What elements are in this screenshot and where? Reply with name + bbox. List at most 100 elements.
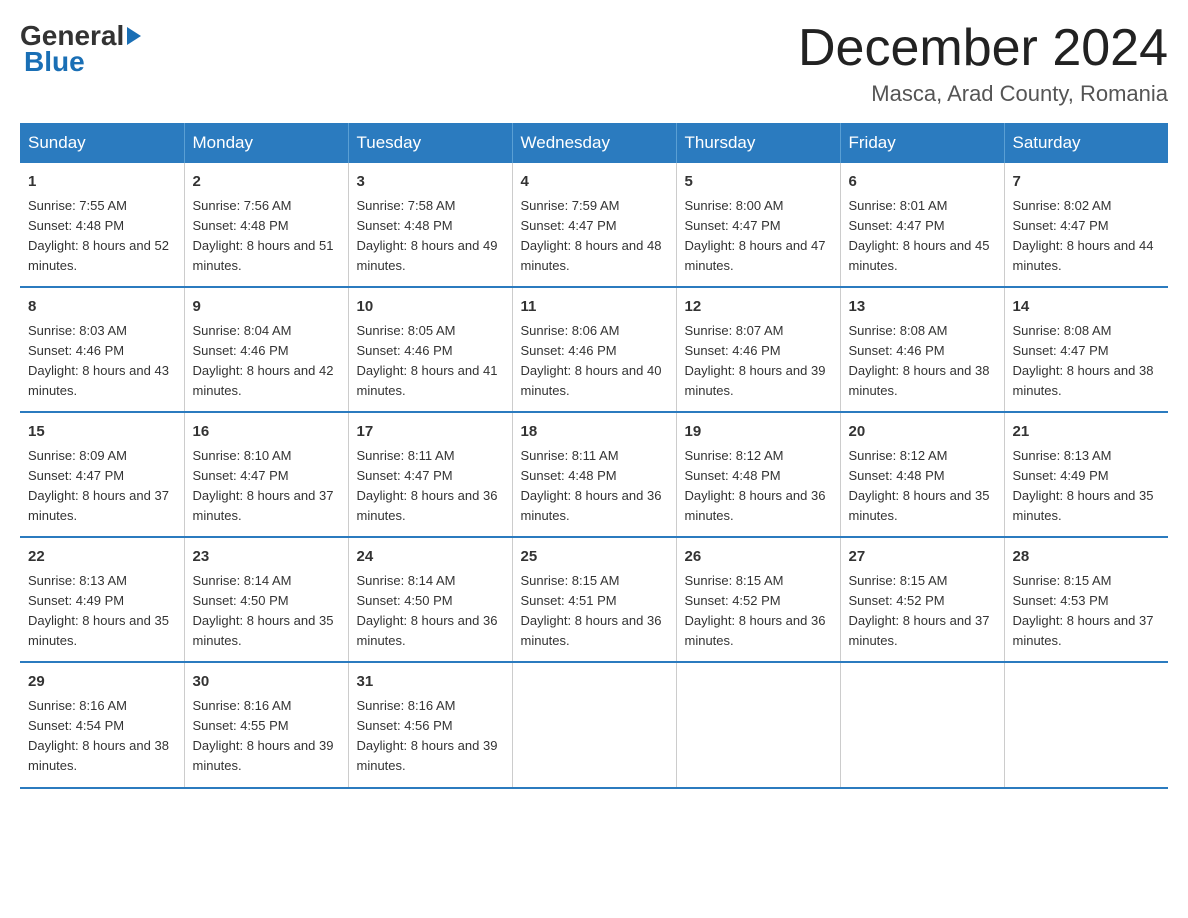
day-info: Sunrise: 8:04 AMSunset: 4:46 PMDaylight:… (193, 323, 334, 398)
day-info: Sunrise: 8:02 AMSunset: 4:47 PMDaylight:… (1013, 198, 1154, 273)
day-info: Sunrise: 8:16 AMSunset: 4:55 PMDaylight:… (193, 698, 334, 773)
day-number: 28 (1013, 546, 1161, 569)
day-cell: 28 Sunrise: 8:15 AMSunset: 4:53 PMDayligh… (1004, 537, 1168, 662)
day-info: Sunrise: 7:58 AMSunset: 4:48 PMDaylight:… (357, 198, 498, 273)
day-number: 3 (357, 171, 504, 194)
week-row-5: 29 Sunrise: 8:16 AMSunset: 4:54 PMDayligh… (20, 662, 1168, 787)
day-number: 25 (521, 546, 668, 569)
day-info: Sunrise: 8:09 AMSunset: 4:47 PMDaylight:… (28, 448, 169, 523)
header-saturday: Saturday (1004, 123, 1168, 163)
day-cell: 30 Sunrise: 8:16 AMSunset: 4:55 PMDayligh… (184, 662, 348, 787)
day-cell: 22 Sunrise: 8:13 AMSunset: 4:49 PMDayligh… (20, 537, 184, 662)
day-cell (512, 662, 676, 787)
header: General Blue December 2024 Masca, Arad C… (20, 20, 1168, 107)
day-number: 22 (28, 546, 176, 569)
day-info: Sunrise: 8:14 AMSunset: 4:50 PMDaylight:… (193, 573, 334, 648)
day-info: Sunrise: 8:08 AMSunset: 4:47 PMDaylight:… (1013, 323, 1154, 398)
day-number: 10 (357, 296, 504, 319)
calendar-header: SundayMondayTuesdayWednesdayThursdayFrid… (20, 123, 1168, 163)
day-number: 18 (521, 421, 668, 444)
day-cell: 26 Sunrise: 8:15 AMSunset: 4:52 PMDayligh… (676, 537, 840, 662)
day-cell: 13 Sunrise: 8:08 AMSunset: 4:46 PMDayligh… (840, 287, 1004, 412)
day-info: Sunrise: 8:14 AMSunset: 4:50 PMDaylight:… (357, 573, 498, 648)
day-number: 15 (28, 421, 176, 444)
day-cell: 24Sunrise: 8:14 AMSunset: 4:50 PMDayligh… (348, 537, 512, 662)
day-number: 4 (521, 171, 668, 194)
day-cell: 2Sunrise: 7:56 AMSunset: 4:48 PMDaylight… (184, 163, 348, 287)
day-info: Sunrise: 7:59 AMSunset: 4:47 PMDaylight:… (521, 198, 662, 273)
day-number: 23 (193, 546, 340, 569)
day-number: 21 (1013, 421, 1161, 444)
day-info: Sunrise: 8:15 AMSunset: 4:52 PMDaylight:… (685, 573, 826, 648)
day-info: Sunrise: 8:11 AMSunset: 4:48 PMDaylight:… (521, 448, 662, 523)
day-info: Sunrise: 7:56 AMSunset: 4:48 PMDaylight:… (193, 198, 334, 273)
calendar-body: 1 Sunrise: 7:55 AMSunset: 4:48 PMDaylight… (20, 163, 1168, 787)
day-info: Sunrise: 8:15 AMSunset: 4:53 PMDaylight:… (1013, 573, 1154, 648)
day-cell: 6 Sunrise: 8:01 AMSunset: 4:47 PMDaylight… (840, 163, 1004, 287)
day-number: 11 (521, 296, 668, 319)
day-cell: 21Sunrise: 8:13 AMSunset: 4:49 PMDayligh… (1004, 412, 1168, 537)
logo: General Blue (20, 20, 142, 78)
day-number: 12 (685, 296, 832, 319)
day-info: Sunrise: 8:13 AMSunset: 4:49 PMDaylight:… (28, 573, 169, 648)
day-info: Sunrise: 8:15 AMSunset: 4:52 PMDaylight:… (849, 573, 990, 648)
month-title: December 2024 (798, 20, 1168, 77)
day-cell: 11Sunrise: 8:06 AMSunset: 4:46 PMDayligh… (512, 287, 676, 412)
day-cell: 23 Sunrise: 8:14 AMSunset: 4:50 PMDayligh… (184, 537, 348, 662)
day-cell: 29 Sunrise: 8:16 AMSunset: 4:54 PMDayligh… (20, 662, 184, 787)
day-cell: 4 Sunrise: 7:59 AMSunset: 4:47 PMDaylight… (512, 163, 676, 287)
day-cell: 3 Sunrise: 7:58 AMSunset: 4:48 PMDaylight… (348, 163, 512, 287)
day-cell: 9 Sunrise: 8:04 AMSunset: 4:46 PMDaylight… (184, 287, 348, 412)
day-info: Sunrise: 8:12 AMSunset: 4:48 PMDaylight:… (849, 448, 990, 523)
day-number: 16 (193, 421, 340, 444)
day-number: 7 (1013, 171, 1161, 194)
header-tuesday: Tuesday (348, 123, 512, 163)
day-number: 1 (28, 171, 176, 194)
day-info: Sunrise: 8:08 AMSunset: 4:46 PMDaylight:… (849, 323, 990, 398)
day-number: 29 (28, 671, 176, 694)
day-cell: 16Sunrise: 8:10 AMSunset: 4:47 PMDayligh… (184, 412, 348, 537)
day-number: 8 (28, 296, 176, 319)
day-cell: 18 Sunrise: 8:11 AMSunset: 4:48 PMDayligh… (512, 412, 676, 537)
day-cell: 12 Sunrise: 8:07 AMSunset: 4:46 PMDayligh… (676, 287, 840, 412)
day-info: Sunrise: 8:07 AMSunset: 4:46 PMDaylight:… (685, 323, 826, 398)
day-number: 19 (685, 421, 832, 444)
day-number: 9 (193, 296, 340, 319)
location-title: Masca, Arad County, Romania (798, 81, 1168, 107)
day-info: Sunrise: 8:03 AMSunset: 4:46 PMDaylight:… (28, 323, 169, 398)
day-cell: 5 Sunrise: 8:00 AMSunset: 4:47 PMDaylight… (676, 163, 840, 287)
day-cell (840, 662, 1004, 787)
header-wednesday: Wednesday (512, 123, 676, 163)
day-cell (676, 662, 840, 787)
day-number: 20 (849, 421, 996, 444)
day-info: Sunrise: 8:05 AMSunset: 4:46 PMDaylight:… (357, 323, 498, 398)
week-row-1: 1 Sunrise: 7:55 AMSunset: 4:48 PMDaylight… (20, 163, 1168, 287)
day-cell: 14 Sunrise: 8:08 AMSunset: 4:47 PMDayligh… (1004, 287, 1168, 412)
day-info: Sunrise: 8:11 AMSunset: 4:47 PMDaylight:… (357, 448, 498, 523)
calendar-table: SundayMondayTuesdayWednesdayThursdayFrid… (20, 123, 1168, 788)
day-cell: 20 Sunrise: 8:12 AMSunset: 4:48 PMDayligh… (840, 412, 1004, 537)
day-number: 13 (849, 296, 996, 319)
day-number: 14 (1013, 296, 1161, 319)
day-info: Sunrise: 8:00 AMSunset: 4:47 PMDaylight:… (685, 198, 826, 273)
day-number: 17 (357, 421, 504, 444)
day-number: 30 (193, 671, 340, 694)
day-cell: 31Sunrise: 8:16 AMSunset: 4:56 PMDayligh… (348, 662, 512, 787)
day-info: Sunrise: 8:01 AMSunset: 4:47 PMDaylight:… (849, 198, 990, 273)
day-number: 31 (357, 671, 504, 694)
header-row: SundayMondayTuesdayWednesdayThursdayFrid… (20, 123, 1168, 163)
day-cell: 7 Sunrise: 8:02 AMSunset: 4:47 PMDaylight… (1004, 163, 1168, 287)
header-monday: Monday (184, 123, 348, 163)
day-info: Sunrise: 8:16 AMSunset: 4:54 PMDaylight:… (28, 698, 169, 773)
title-area: December 2024 Masca, Arad County, Romani… (798, 20, 1168, 107)
day-number: 6 (849, 171, 996, 194)
day-cell: 19Sunrise: 8:12 AMSunset: 4:48 PMDayligh… (676, 412, 840, 537)
day-number: 5 (685, 171, 832, 194)
day-info: Sunrise: 7:55 AMSunset: 4:48 PMDaylight:… (28, 198, 169, 273)
header-thursday: Thursday (676, 123, 840, 163)
day-info: Sunrise: 8:15 AMSunset: 4:51 PMDaylight:… (521, 573, 662, 648)
day-cell: 25 Sunrise: 8:15 AMSunset: 4:51 PMDayligh… (512, 537, 676, 662)
logo-arrow-icon (127, 27, 141, 45)
logo-blue-text: Blue (24, 46, 85, 78)
day-number: 26 (685, 546, 832, 569)
